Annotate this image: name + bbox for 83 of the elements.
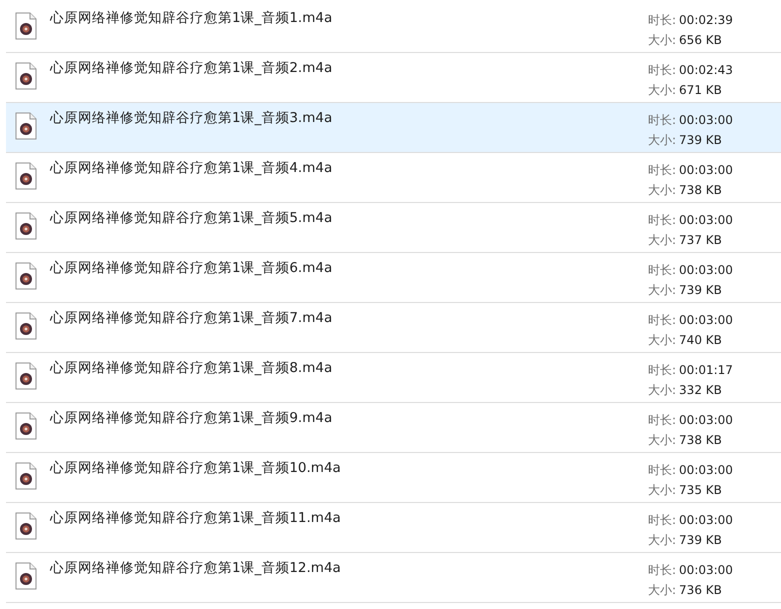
duration-label: 时长: bbox=[648, 313, 676, 327]
size-label: 大小: bbox=[648, 133, 676, 147]
audio-file-icon bbox=[15, 262, 37, 290]
file-row[interactable]: 心原网络禅修觉知辟谷疗愈第1课_音频6.m4a 时长: 00:03:00 大小: 739 KB bbox=[6, 253, 781, 303]
duration-label: 时长: bbox=[648, 563, 676, 577]
audio-file-icon bbox=[15, 112, 37, 140]
size-label: 大小: bbox=[648, 333, 676, 347]
file-name: 心原网络禅修觉知辟谷疗愈第1课_音频12.m4a bbox=[50, 559, 341, 577]
file-row[interactable]: 心原网络禅修觉知辟谷疗愈第1课_音频8.m4a 时长: 00:01:17 大小: 332 KB bbox=[6, 353, 781, 403]
duration-value: 00:03:00 bbox=[679, 213, 733, 227]
audio-file-icon bbox=[15, 462, 37, 490]
size-label: 大小: bbox=[648, 483, 676, 497]
file-row[interactable]: 心原网络禅修觉知辟谷疗愈第1课_音频1.m4a 时长: 00:02:39 大小: 656 KB bbox=[6, 3, 781, 53]
size-value: 735 KB bbox=[679, 483, 722, 497]
file-row[interactable]: 心原网络禅修觉知辟谷疗愈第1课_音频12.m4a 时长: 00:03:00 大小: 736 KB bbox=[6, 553, 781, 603]
size-value: 736 KB bbox=[679, 583, 722, 597]
duration-value: 00:02:43 bbox=[679, 63, 733, 77]
size-value: 737 KB bbox=[679, 233, 722, 247]
size-value: 656 KB bbox=[679, 33, 722, 47]
audio-file-icon bbox=[15, 412, 37, 440]
size-value: 740 KB bbox=[679, 333, 722, 347]
duration-label: 时长: bbox=[648, 513, 676, 527]
file-name: 心原网络禅修觉知辟谷疗愈第1课_音频4.m4a bbox=[50, 159, 332, 177]
size-label: 大小: bbox=[648, 283, 676, 297]
duration-value: 00:03:00 bbox=[679, 163, 733, 177]
audio-file-icon bbox=[15, 212, 37, 240]
file-row[interactable]: 心原网络禅修觉知辟谷疗愈第1课_音频11.m4a 时长: 00:03:00 大小: 739 KB bbox=[6, 503, 781, 553]
file-name: 心原网络禅修觉知辟谷疗愈第1课_音频1.m4a bbox=[50, 9, 332, 27]
size-label: 大小: bbox=[648, 433, 676, 447]
file-name: 心原网络禅修觉知辟谷疗愈第1课_音频3.m4a bbox=[50, 109, 332, 127]
size-label: 大小: bbox=[648, 383, 676, 397]
duration-label: 时长: bbox=[648, 113, 676, 127]
audio-file-icon bbox=[15, 62, 37, 90]
duration-label: 时长: bbox=[648, 13, 676, 27]
file-row[interactable]: 心原网络禅修觉知辟谷疗愈第1课_音频7.m4a 时长: 00:03:00 大小: 740 KB bbox=[6, 303, 781, 353]
size-value: 739 KB bbox=[679, 283, 722, 297]
duration-value: 00:03:00 bbox=[679, 263, 733, 277]
file-name: 心原网络禅修觉知辟谷疗愈第1课_音频6.m4a bbox=[50, 259, 332, 277]
size-label: 大小: bbox=[648, 83, 676, 97]
duration-value: 00:03:00 bbox=[679, 563, 733, 577]
audio-file-icon bbox=[15, 162, 37, 190]
duration-label: 时长: bbox=[648, 263, 676, 277]
duration-label: 时长: bbox=[648, 213, 676, 227]
audio-file-icon bbox=[15, 12, 37, 40]
file-name: 心原网络禅修觉知辟谷疗愈第1课_音频5.m4a bbox=[50, 209, 332, 227]
file-row[interactable]: 心原网络禅修觉知辟谷疗愈第1课_音频5.m4a 时长: 00:03:00 大小: 737 KB bbox=[6, 203, 781, 253]
size-label: 大小: bbox=[648, 533, 676, 547]
file-row[interactable]: 心原网络禅修觉知辟谷疗愈第1课_音频9.m4a 时长: 00:03:00 大小: 738 KB bbox=[6, 403, 781, 453]
file-row[interactable]: 心原网络禅修觉知辟谷疗愈第1课_音频10.m4a 时长: 00:03:00 大小: 735 KB bbox=[6, 453, 781, 503]
duration-value: 00:03:00 bbox=[679, 413, 733, 427]
size-value: 671 KB bbox=[679, 83, 722, 97]
file-name: 心原网络禅修觉知辟谷疗愈第1课_音频2.m4a bbox=[50, 59, 332, 77]
duration-value: 00:03:00 bbox=[679, 313, 733, 327]
audio-file-icon bbox=[15, 512, 37, 540]
duration-label: 时长: bbox=[648, 413, 676, 427]
duration-value: 00:03:00 bbox=[679, 513, 733, 527]
duration-label: 时长: bbox=[648, 463, 676, 477]
size-label: 大小: bbox=[648, 583, 676, 597]
duration-value: 00:02:39 bbox=[679, 13, 733, 27]
size-value: 332 KB bbox=[679, 383, 722, 397]
size-label: 大小: bbox=[648, 33, 676, 47]
file-name: 心原网络禅修觉知辟谷疗愈第1课_音频8.m4a bbox=[50, 359, 332, 377]
file-name: 心原网络禅修觉知辟谷疗愈第1课_音频10.m4a bbox=[50, 459, 341, 477]
audio-file-icon bbox=[15, 562, 37, 590]
duration-label: 时长: bbox=[648, 63, 676, 77]
size-value: 739 KB bbox=[679, 533, 722, 547]
file-name: 心原网络禅修觉知辟谷疗愈第1课_音频9.m4a bbox=[50, 409, 332, 427]
size-label: 大小: bbox=[648, 183, 676, 197]
size-value: 738 KB bbox=[679, 433, 722, 447]
duration-value: 00:03:00 bbox=[679, 463, 733, 477]
duration-label: 时长: bbox=[648, 363, 676, 377]
audio-file-icon bbox=[15, 362, 37, 390]
duration-value: 00:03:00 bbox=[679, 113, 733, 127]
audio-file-icon bbox=[15, 312, 37, 340]
size-value: 738 KB bbox=[679, 183, 722, 197]
duration-value: 00:01:17 bbox=[679, 363, 733, 377]
file-row[interactable]: 心原网络禅修觉知辟谷疗愈第1课_音频3.m4a 时长: 00:03:00 大小: 739 KB bbox=[6, 103, 781, 153]
duration-label: 时长: bbox=[648, 163, 676, 177]
file-row[interactable]: 心原网络禅修觉知辟谷疗愈第1课_音频4.m4a 时长: 00:03:00 大小: 738 KB bbox=[6, 153, 781, 203]
file-name: 心原网络禅修觉知辟谷疗愈第1课_音频7.m4a bbox=[50, 309, 332, 327]
file-name: 心原网络禅修觉知辟谷疗愈第1课_音频11.m4a bbox=[50, 509, 341, 527]
size-value: 739 KB bbox=[679, 133, 722, 147]
size-label: 大小: bbox=[648, 233, 676, 247]
